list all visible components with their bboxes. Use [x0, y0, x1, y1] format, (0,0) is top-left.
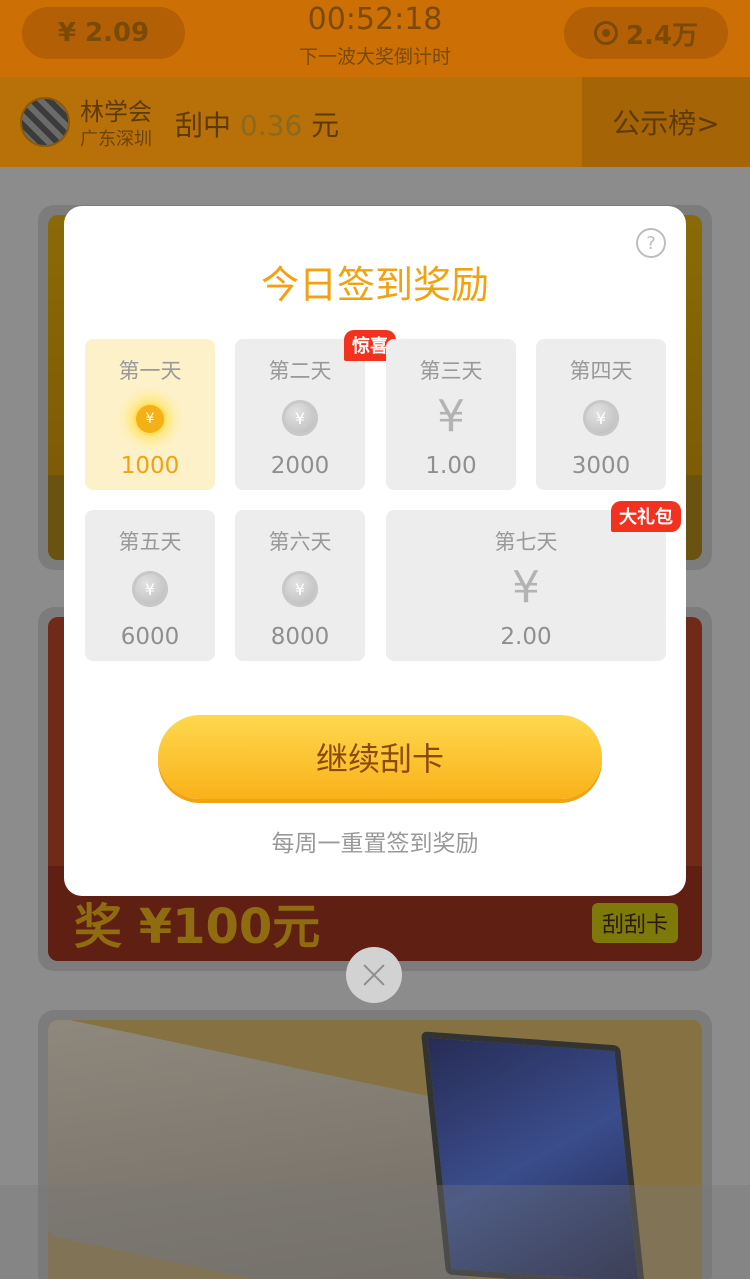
day-label: 第六天	[268, 530, 332, 554]
gift-pack-badge: 大礼包	[611, 501, 681, 532]
day-value: 3000	[571, 453, 631, 479]
coin-icon: ¥	[132, 571, 168, 607]
balance-pill[interactable]: ¥ 2.09	[22, 7, 185, 59]
avatar	[20, 97, 70, 147]
day-value: 1.00	[425, 453, 477, 479]
day-5-reward[interactable]: 第五天 ¥ 6000	[85, 510, 215, 661]
bottom-overlay	[0, 1185, 750, 1279]
signin-reward-dialog: ? 今日签到奖励 第一天 ¥ 1000 第二天 ¥ 2000 惊喜 第三天 ¥ …	[64, 206, 686, 896]
day-label: 第三天	[419, 359, 483, 383]
leaderboard-button[interactable]: 公示榜>	[582, 77, 750, 167]
continue-scratch-button[interactable]: 继续刮卡	[158, 715, 602, 799]
balance-text: ¥ 2.09	[57, 18, 150, 48]
coin-icon: ¥	[282, 571, 318, 607]
day-value: 1000	[120, 453, 180, 479]
dialog-title: 今日签到奖励	[260, 263, 489, 307]
card-prize-text: 奖 ¥100元	[74, 899, 321, 955]
coin-icon	[593, 21, 618, 45]
scratch-tag: 刮刮卡	[591, 903, 678, 943]
day-7-reward[interactable]: 第七天 ¥ 2.00	[386, 510, 666, 661]
winner-amount: 刮中 0.36 元	[175, 104, 339, 144]
coins-pill[interactable]: 2.4万	[564, 7, 728, 59]
day-value: 2.00	[500, 624, 552, 650]
countdown-timer: 00:52:18	[307, 2, 443, 37]
winner-bar: 林学会 广东深圳 刮中 0.36 元 公示榜>	[0, 77, 750, 167]
day-value: 2000	[270, 453, 330, 479]
yen-icon: ¥	[437, 391, 465, 442]
gold-coin-icon: ¥	[118, 387, 182, 451]
coin-icon: ¥	[282, 400, 318, 436]
day-4-reward[interactable]: 第四天 ¥ 3000	[536, 339, 666, 490]
coins-count: 2.4万	[625, 20, 699, 51]
close-icon[interactable]	[346, 947, 402, 1003]
day-2-reward[interactable]: 第二天 ¥ 2000	[235, 339, 365, 490]
day-1-reward[interactable]: 第一天 ¥ 1000	[85, 339, 215, 490]
winner-location: 广东深圳	[80, 129, 152, 150]
won-unit: 元	[311, 109, 340, 142]
day-label: 第五天	[118, 530, 182, 554]
winner-name: 林学会	[80, 98, 152, 126]
day-value: 6000	[120, 624, 180, 650]
day-label: 第一天	[118, 359, 182, 383]
reset-note: 每周一重置签到奖励	[271, 831, 479, 857]
won-prefix: 刮中	[175, 109, 232, 142]
day-3-reward[interactable]: 第三天 ¥ 1.00	[386, 339, 516, 490]
day-6-reward[interactable]: 第六天 ¥ 8000	[235, 510, 365, 661]
coin-icon: ¥	[583, 400, 619, 436]
day-value: 8000	[270, 624, 330, 650]
yen-icon: ¥	[512, 562, 540, 613]
countdown-label: 下一波大奖倒计时	[298, 46, 451, 68]
coin-yen-symbol: ¥	[136, 405, 164, 433]
won-amount: 0.36	[239, 109, 303, 142]
day-label: 第四天	[569, 359, 633, 383]
top-bar: ¥ 2.09 00:52:18 下一波大奖倒计时 2.4万	[0, 0, 750, 77]
